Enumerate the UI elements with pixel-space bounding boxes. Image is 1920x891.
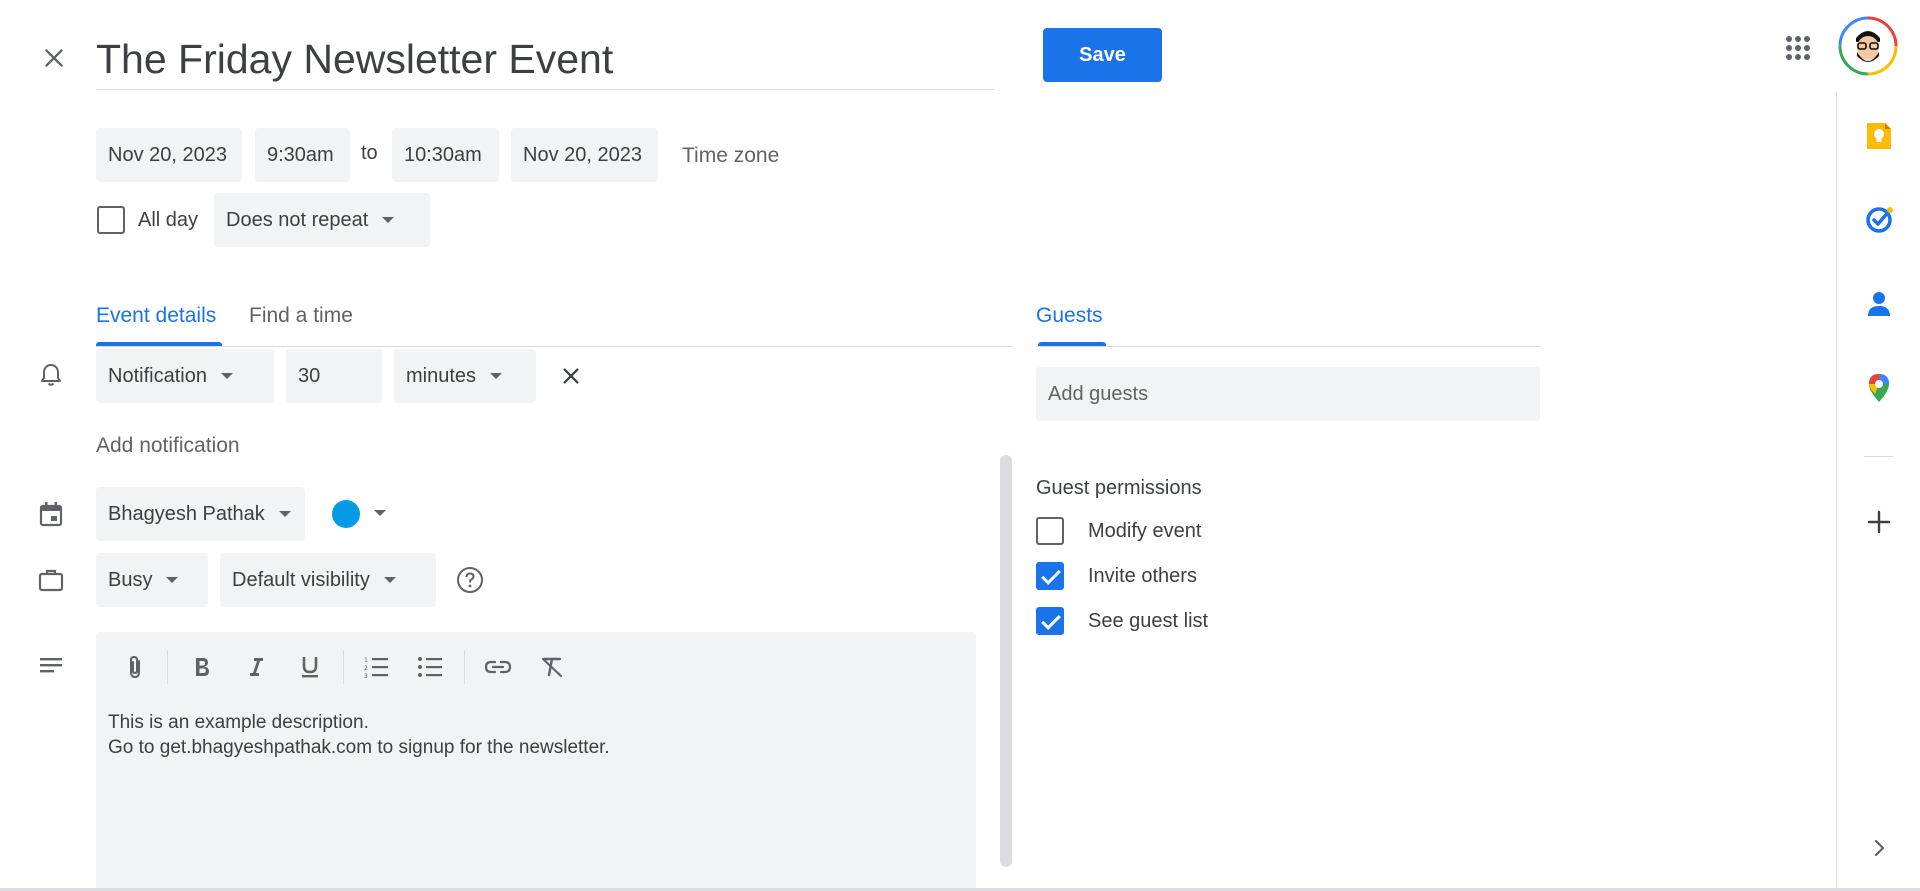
close-icon[interactable]: [36, 40, 72, 76]
end-time-field[interactable]: 10:30am: [392, 128, 499, 182]
italic-icon[interactable]: [241, 652, 271, 682]
side-panel-divider: [1864, 456, 1894, 457]
account-avatar[interactable]: [1838, 16, 1898, 76]
modify-event-checkbox[interactable]: [1036, 517, 1064, 545]
chevron-down-icon: [383, 577, 396, 583]
remove-notification-icon[interactable]: [556, 361, 586, 391]
calendar-owner-value: Bhagyesh Pathak: [108, 502, 265, 525]
apps-grid-icon[interactable]: [1780, 30, 1816, 66]
chevron-down-icon: [220, 373, 233, 379]
notification-unit-dropdown[interactable]: minutes: [394, 349, 536, 403]
all-day-checkbox[interactable]: [97, 206, 125, 234]
clear-formatting-icon[interactable]: [537, 652, 567, 682]
bell-icon: [36, 360, 66, 390]
busy-status-value: Busy: [108, 568, 153, 591]
svg-text:2: 2: [364, 665, 368, 672]
add-guests-input[interactable]: Add guests: [1036, 367, 1540, 421]
toolbar-separator: [464, 650, 465, 684]
numbered-list-icon[interactable]: 123: [361, 652, 391, 682]
contacts-icon[interactable]: [1864, 288, 1894, 320]
see-guest-list-label: See guest list: [1088, 610, 1209, 632]
modify-event-label: Modify event: [1088, 520, 1202, 542]
repeat-value: Does not repeat: [226, 208, 369, 231]
description-editor[interactable]: [96, 632, 976, 891]
calendar-icon: [36, 499, 66, 529]
attachment-icon[interactable]: [120, 652, 150, 682]
maps-icon[interactable]: [1864, 372, 1894, 404]
keep-icon[interactable]: [1864, 120, 1894, 152]
chevron-down-icon: [490, 373, 503, 379]
busy-status-dropdown[interactable]: Busy: [96, 553, 208, 607]
tab-divider: [96, 346, 1012, 347]
description-line-2: Go to get.bhagyeshpathak.com to signup f…: [108, 737, 610, 758]
bold-icon[interactable]: [187, 652, 217, 682]
all-day-label: All day: [138, 209, 199, 231]
tab-find-a-time[interactable]: Find a time: [249, 304, 353, 328]
start-date-field[interactable]: Nov 20, 2023: [96, 128, 242, 182]
calendar-owner-dropdown[interactable]: Bhagyesh Pathak: [96, 487, 305, 541]
chevron-right-icon[interactable]: [1866, 834, 1892, 862]
tasks-icon[interactable]: [1864, 204, 1894, 236]
description-text[interactable]: This is an example description. Go to ge…: [108, 710, 610, 760]
start-time-field[interactable]: 9:30am: [255, 128, 350, 182]
underline-icon[interactable]: [295, 652, 325, 682]
event-color-swatch[interactable]: [332, 500, 360, 528]
add-notification-link[interactable]: Add notification: [96, 434, 240, 458]
tab-guests[interactable]: Guests: [1036, 304, 1103, 328]
see-guest-list-checkbox[interactable]: [1036, 607, 1064, 635]
guest-permissions-title: Guest permissions: [1036, 477, 1202, 499]
briefcase-icon: [36, 565, 66, 595]
description-line-1: This is an example description.: [108, 712, 369, 733]
help-icon[interactable]: [455, 565, 485, 595]
invite-others-label: Invite others: [1088, 565, 1197, 587]
tab-event-details[interactable]: Event details: [96, 304, 216, 328]
link-icon[interactable]: [483, 652, 513, 682]
toolbar-separator: [343, 650, 344, 684]
svg-text:3: 3: [364, 673, 368, 678]
bulleted-list-icon[interactable]: [415, 652, 445, 682]
repeat-dropdown[interactable]: Does not repeat: [214, 193, 430, 247]
notification-unit-value: minutes: [406, 364, 477, 387]
add-icon[interactable]: [1864, 506, 1894, 538]
to-label: to: [361, 142, 378, 164]
save-button[interactable]: Save: [1043, 28, 1162, 82]
event-title-input[interactable]: The Friday Newsletter Event: [96, 30, 994, 90]
svg-text:1: 1: [364, 657, 368, 664]
description-icon: [36, 651, 66, 681]
notification-type-dropdown[interactable]: Notification: [96, 349, 274, 403]
visibility-dropdown[interactable]: Default visibility: [220, 553, 436, 607]
notification-amount-input[interactable]: 30: [286, 349, 382, 403]
notification-type-value: Notification: [108, 364, 207, 387]
end-date-field[interactable]: Nov 20, 2023: [511, 128, 658, 182]
chevron-down-icon: [278, 511, 291, 517]
scrollbar-thumb[interactable]: [1000, 455, 1012, 867]
time-zone-link[interactable]: Time zone: [682, 144, 779, 168]
guests-tab-divider: [1036, 346, 1540, 347]
color-chevron-down-icon[interactable]: [374, 510, 386, 516]
toolbar-separator: [167, 650, 168, 684]
invite-others-checkbox[interactable]: [1036, 562, 1064, 590]
chevron-down-icon: [166, 577, 179, 583]
visibility-value: Default visibility: [232, 568, 370, 591]
chevron-down-icon: [382, 217, 395, 223]
